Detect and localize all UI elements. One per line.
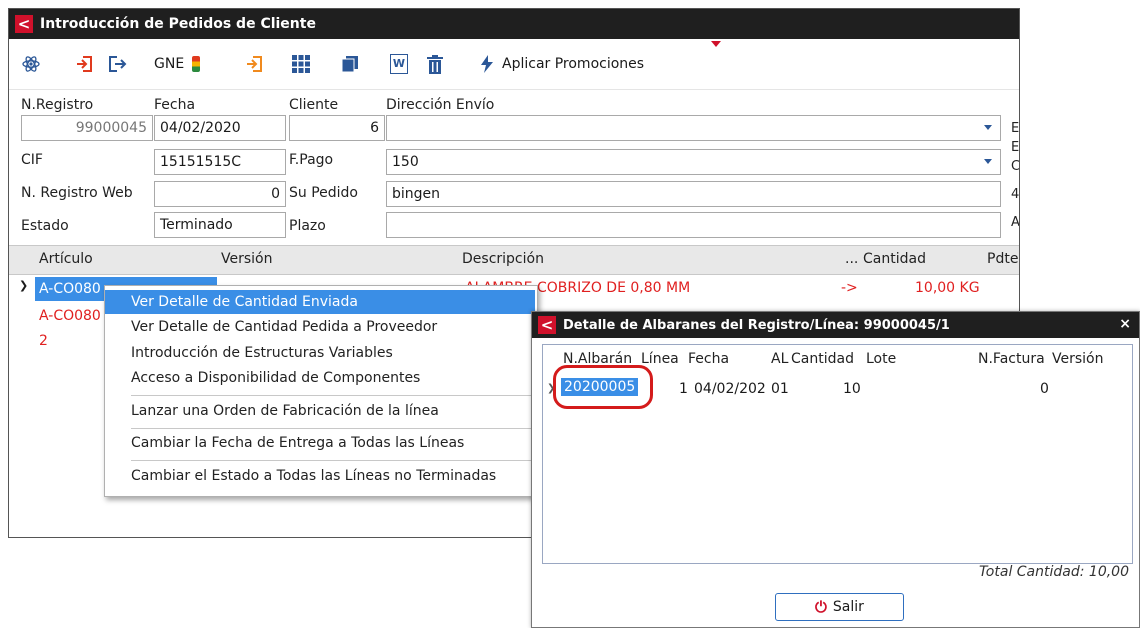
col-version[interactable]: Versión (221, 251, 272, 267)
plazo-field[interactable] (386, 212, 1001, 238)
linea-cell[interactable]: 1 (679, 381, 688, 397)
cif-label: CIF (21, 152, 43, 168)
estado-field[interactable]: Terminado (154, 212, 286, 238)
main-title-bar: Introducción de Pedidos de Cliente (9, 9, 1019, 39)
col-pdte[interactable]: Pdte (987, 251, 1018, 267)
col-dots[interactable]: ... (845, 251, 858, 267)
cantidad-cell[interactable]: 10,00 KG (915, 280, 980, 296)
cif-field[interactable]: 15151515C (154, 149, 286, 175)
col-version[interactable]: Versión (1052, 351, 1103, 367)
col-articulo[interactable]: Artículo (39, 251, 93, 267)
atom-icon[interactable] (21, 53, 41, 75)
menu-item-ver-detalle-enviada[interactable]: Ver Detalle de Cantidad Enviada (105, 290, 535, 314)
import-orange-icon[interactable] (245, 53, 265, 75)
cliente-label: Cliente (289, 97, 339, 113)
direccion-envio-label: Dirección Envío (386, 97, 495, 113)
col-cantidad[interactable]: Cantidad (791, 351, 854, 367)
trash-icon[interactable] (427, 53, 443, 75)
toolbar: GNE W Aplicar Promociones (9, 39, 1019, 90)
articulo-cell[interactable]: 2 (39, 333, 48, 349)
cut-label-2: E (1011, 140, 1020, 155)
grid-header: Artículo Versión Descripción ... Cantida… (9, 245, 1019, 275)
context-menu: Ver Detalle de Cantidad Enviada Ver Deta… (104, 285, 538, 497)
plazo-label: Plazo (289, 218, 326, 234)
cliente-field[interactable]: 6 (289, 115, 385, 141)
gne-label: GNE (154, 56, 185, 72)
export-icon[interactable] (107, 53, 127, 75)
dialog-title: Detalle de Albaranes del Registro/Línea:… (563, 317, 950, 333)
cut-label-5: A (1011, 215, 1020, 230)
close-icon[interactable]: × (1119, 316, 1131, 332)
gne-button[interactable]: GNE (154, 53, 201, 75)
promociones-label: Aplicar Promociones (502, 56, 645, 72)
su-pedido-label: Su Pedido (289, 185, 358, 201)
articulo-cell[interactable]: A-CO080 (39, 308, 101, 324)
nfactura-cell[interactable]: 0 (1040, 381, 1049, 397)
menu-item-disponibilidad[interactable]: Acceso a Disponibilidad de Componentes (105, 366, 535, 390)
fpago-label: F.Pago (289, 152, 334, 168)
toolbar-marker (711, 41, 721, 47)
fecha-cell[interactable]: 04/02/202 (694, 381, 766, 397)
menu-item-cambiar-estado[interactable]: Cambiar el Estado a Todas las Líneas no … (105, 464, 535, 488)
battery-icon (192, 56, 201, 72)
estado-label: Estado (21, 218, 69, 234)
grid-icon[interactable] (292, 53, 310, 75)
chevron-down-icon (984, 159, 992, 164)
power-icon: ⏻ (815, 598, 827, 616)
fecha-label: Fecha (154, 97, 196, 113)
window-title: Introducción de Pedidos de Cliente (40, 16, 316, 32)
direccion-envio-select[interactable] (386, 115, 1001, 141)
chevron-down-icon (984, 125, 992, 130)
menu-item-cambiar-fecha[interactable]: Cambiar la Fecha de Entrega a Todas las … (105, 431, 535, 455)
col-nfactura[interactable]: N.Factura (978, 351, 1045, 367)
al-cell[interactable]: 01 (771, 381, 789, 397)
menu-item-ver-detalle-pedida[interactable]: Ver Detalle de Cantidad Pedida a Proveed… (105, 315, 535, 339)
lightning-icon (481, 55, 493, 73)
salir-label: Salir (832, 599, 864, 615)
menu-separator (131, 395, 533, 396)
n-registro-web-field[interactable]: 0 (154, 181, 286, 207)
menu-separator (131, 428, 533, 429)
word-icon[interactable]: W (390, 53, 408, 75)
col-lote[interactable]: Lote (866, 351, 896, 367)
dialog-title-bar: Detalle de Albaranes del Registro/Línea:… (532, 312, 1139, 338)
fpago-select[interactable]: 150 (386, 149, 1001, 175)
menu-item-orden-fabricacion[interactable]: Lanzar una Orden de Fabricación de la lí… (105, 399, 535, 423)
n-registro-label: N.Registro (21, 97, 94, 113)
fpago-value: 150 (392, 154, 419, 170)
col-fecha[interactable]: Fecha (688, 351, 729, 367)
cantidad-cell[interactable]: 10 (843, 381, 861, 397)
n-registro-web-label: N. Registro Web (21, 185, 133, 201)
salir-button[interactable]: ⏻ Salir (775, 593, 904, 621)
app-logo-icon (538, 316, 556, 334)
menu-item-estructuras-variables[interactable]: Introducción de Estructuras Variables (105, 341, 535, 365)
albaranes-dialog: Detalle de Albaranes del Registro/Línea:… (531, 311, 1140, 628)
highlight-circle (553, 365, 653, 409)
row-pointer-icon: ❯ (19, 279, 29, 292)
aplicar-promociones-button[interactable]: Aplicar Promociones (481, 53, 644, 75)
menu-separator (131, 460, 533, 461)
arrow-cell: -> (841, 280, 858, 296)
import-icon[interactable] (75, 53, 95, 75)
col-al[interactable]: AL (771, 351, 788, 367)
copy-icon[interactable] (341, 53, 359, 75)
cut-label-3: C (1011, 159, 1020, 174)
su-pedido-field[interactable]: bingen (386, 181, 1001, 207)
cut-label-1: E (1011, 121, 1020, 136)
n-registro-field[interactable]: 99000045 (21, 115, 153, 141)
app-logo-icon (15, 15, 33, 33)
cut-label-4: 4 (1011, 187, 1020, 202)
col-descripcion[interactable]: Descripción (462, 251, 544, 267)
col-linea[interactable]: Línea (641, 351, 679, 367)
total-cantidad: Total Cantidad: 10,00 (978, 564, 1129, 580)
fecha-field[interactable]: 04/02/2020 (154, 115, 286, 141)
col-cantidad[interactable]: Cantidad (863, 251, 926, 267)
